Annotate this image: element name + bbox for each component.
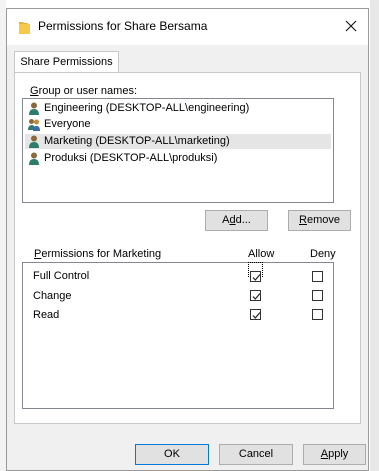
tab-share-permissions[interactable]: Share Permissions xyxy=(14,51,119,73)
user-list[interactable]: Engineering (DESKTOP-ALL\engineering) Ev… xyxy=(22,98,334,203)
permission-name: Change xyxy=(33,290,72,302)
deny-column-header: Deny xyxy=(310,248,336,260)
user-icon xyxy=(29,135,39,148)
list-item-label: Everyone xyxy=(44,118,91,130)
list-item-marketing[interactable]: Marketing (DESKTOP-ALL\marketing) xyxy=(25,134,331,149)
permission-name: Full Control xyxy=(33,270,90,282)
dialog-title: Permissions for Share Bersama xyxy=(38,19,208,33)
list-item-produksi[interactable]: Produksi (DESKTOP-ALL\produksi) xyxy=(25,151,331,166)
apply-label-rest: pply xyxy=(328,448,349,460)
deny-full-control-checkbox[interactable] xyxy=(312,271,323,282)
list-item-label: Produksi (DESKTOP-ALL\produksi) xyxy=(44,152,218,164)
permission-row-full-control: Full Control xyxy=(23,268,333,286)
access-key-g: G xyxy=(30,85,39,97)
remove-button[interactable]: Remove xyxy=(288,210,351,231)
access-key-r: R xyxy=(299,214,307,226)
permissions-label-rest: ermissions for Marketing xyxy=(41,248,162,260)
folder-icon xyxy=(19,22,30,34)
remove-label-rest: emove xyxy=(306,214,340,226)
deny-change-checkbox[interactable] xyxy=(312,290,323,301)
permissions-for-label: Permissions for Marketing xyxy=(34,248,161,260)
allow-full-control-checkbox[interactable] xyxy=(250,271,261,282)
apply-button[interactable]: Apply xyxy=(303,444,366,465)
cancel-button[interactable]: Cancel xyxy=(219,444,293,465)
permission-row-change: Change xyxy=(23,288,333,306)
permission-name: Read xyxy=(33,309,60,321)
check-mark-icon xyxy=(252,293,261,300)
background-edge-right xyxy=(370,0,379,471)
close-icon[interactable] xyxy=(340,15,362,37)
list-item-engineering[interactable]: Engineering (DESKTOP-ALL\engineering) xyxy=(25,101,331,116)
group-or-user-names-label: Group or user names: xyxy=(30,85,137,97)
list-item-label: Engineering (DESKTOP-ALL\engineering) xyxy=(44,102,250,114)
allow-read-checkbox[interactable] xyxy=(250,309,261,320)
ok-button[interactable]: OK xyxy=(135,444,209,465)
title-bar[interactable]: Permissions for Share Bersama xyxy=(7,9,368,45)
allow-column-header: Allow xyxy=(248,248,275,260)
list-item-label: Marketing (DESKTOP-ALL\marketing) xyxy=(44,135,230,147)
add-button[interactable]: Add... xyxy=(205,210,268,231)
group-icon xyxy=(28,119,40,131)
check-mark-icon xyxy=(252,312,261,319)
check-mark-icon xyxy=(252,274,261,281)
allow-change-checkbox[interactable] xyxy=(250,290,261,301)
user-icon xyxy=(29,152,39,165)
permission-row-read: Read xyxy=(23,307,333,325)
user-icon xyxy=(29,102,39,115)
deny-read-checkbox[interactable] xyxy=(312,309,323,320)
permissions-list[interactable]: Full Control Change Read xyxy=(22,262,334,409)
group-label-rest: roup or user names: xyxy=(38,85,137,97)
access-key-a: A xyxy=(320,448,329,460)
list-item-everyone[interactable]: Everyone xyxy=(25,117,331,132)
add-label-rest: d... xyxy=(235,214,251,226)
